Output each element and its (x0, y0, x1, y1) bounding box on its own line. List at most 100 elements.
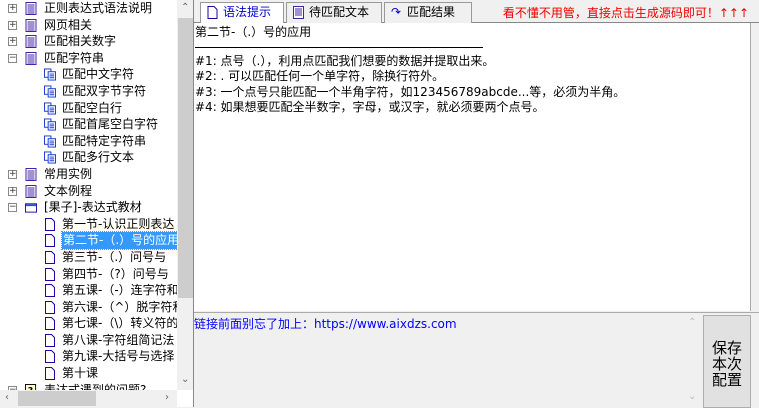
content-title: 第二节-（.）号的应用 (195, 25, 312, 39)
page-icon (44, 333, 55, 347)
main-panel: 语法提示 待匹配文本 ↷ 匹配结果 看不懂不用管，直接点击生成源码即可！↑↑↑ … (194, 0, 759, 408)
document-icon (25, 51, 37, 65)
tree-item-label: 第四节-（?）问号与 (62, 266, 169, 281)
tree-item-label: 匹配相关数字 (44, 34, 117, 49)
tree-view[interactable]: + 正则表达式语法说明 + 网页相关 + 匹配相关数字 − 匹配字符串 匹配中文字符 匹配双字节字… (0, 0, 177, 390)
tree-item[interactable]: + 正则表达式语法说明 (0, 0, 177, 17)
tree-item[interactable]: 第十课 (0, 365, 177, 382)
tree-item-label: 正则表达式语法说明 (44, 1, 153, 15)
tree-item[interactable]: −?表达式遇到的问题? (0, 382, 177, 390)
tree-item-label: 匹配多行文本 (62, 150, 135, 165)
tree-item-label: 文本例程 (44, 183, 93, 198)
content-line: #1: 点号（.），利用点匹配我们想要的数据并提取出来。 (195, 53, 495, 68)
tree-item-label: 匹配特定字符串 (62, 133, 147, 148)
save-config-button[interactable]: 保存本次配置 (703, 315, 751, 408)
tree-vertical-scrollbar[interactable]: ⌃ ⌄ (177, 0, 193, 390)
pages-icon (44, 102, 56, 115)
document-icon (293, 6, 304, 19)
tree-item[interactable]: 匹配空白行 (0, 100, 177, 117)
tree-item[interactable]: 匹配首尾空白字符 (0, 116, 177, 133)
page-icon (44, 300, 55, 314)
scroll-thumb[interactable] (178, 18, 193, 298)
tree-item-label: 第九课-大括号与选择 (62, 349, 175, 364)
scroll-up-icon[interactable]: ⌃ (688, 317, 696, 328)
tree-item[interactable]: 第七课-（\）转义符的 (0, 315, 177, 332)
tree-item-label: 匹配空白行 (62, 100, 123, 115)
pages-icon (44, 151, 56, 164)
document-icon (25, 184, 37, 198)
expand-icon[interactable]: + (8, 169, 17, 179)
tree-item-label: 匹配字符串 (44, 50, 105, 65)
tree-item[interactable]: + 网页相关 (0, 17, 177, 34)
tree-item-label: 第六课-（^）脱字符和 (62, 299, 177, 314)
tree-item[interactable]: 第一节-认识正则表达 (0, 216, 177, 233)
tree-item[interactable]: 第六课-（^）脱字符和 (0, 299, 177, 316)
tree-item[interactable]: + 文本例程 (0, 183, 177, 200)
tree-item-label: 表达式遇到的问题? (44, 382, 147, 390)
tree-item-label: 第十课 (62, 366, 99, 381)
hint-textarea[interactable]: 链接前面别忘了加上：https://www.aixdzs.com (194, 315, 457, 332)
tab-match-result[interactable]: ↷ 匹配结果 (384, 2, 472, 23)
tree-item[interactable]: 匹配特定字符串 (0, 133, 177, 150)
expand-icon[interactable]: + (8, 4, 17, 13)
pages-icon (44, 135, 56, 148)
expand-icon[interactable]: + (8, 20, 17, 30)
scroll-thumb[interactable] (18, 391, 96, 406)
tree-item[interactable]: 匹配多行文本 (0, 149, 177, 166)
tree-item-label: 常用实例 (44, 166, 93, 181)
tree-item[interactable]: 第五课-（-）连字符和 (0, 282, 177, 299)
window-icon (25, 201, 37, 214)
tree-item-label: 第一节-认识正则表达 (62, 216, 175, 231)
page-icon (44, 284, 55, 298)
tab-syntax-tips[interactable]: 语法提示 (200, 2, 284, 24)
content-line: #4: 如果想要匹配全半数字，字母，或汉字，就必须要两个点号。 (195, 100, 545, 114)
tree-horizontal-scrollbar[interactable]: ‹ › (0, 390, 177, 407)
page-icon (207, 6, 218, 19)
page-icon (44, 350, 55, 364)
page-icon (44, 217, 55, 231)
tree-item[interactable]: 第九课-大括号与选择 (0, 348, 177, 365)
page-icon (44, 317, 55, 331)
scroll-left-icon[interactable]: ‹ (5, 392, 9, 403)
document-icon (25, 2, 37, 15)
tree-item[interactable]: 第三节-（.）问号与 (0, 249, 177, 266)
tree-item[interactable]: 第八课-字符组简记法 (0, 332, 177, 349)
tree-item-label: 匹配首尾空白字符 (62, 117, 159, 132)
expand-icon[interactable]: + (8, 37, 17, 47)
scroll-down-icon[interactable]: ⌄ (181, 374, 189, 385)
save-button-label: 保存本次配置 (711, 339, 742, 389)
scroll-up-icon[interactable]: ⌃ (181, 2, 189, 13)
pages-icon (44, 85, 56, 98)
collapse-icon[interactable]: − (8, 203, 17, 213)
content-line: #2: . 可以匹配任何一个单字符，除换行符外。 (195, 69, 445, 83)
tree-item[interactable]: 匹配双字节字符 (0, 83, 177, 100)
tab-bar: 语法提示 待匹配文本 ↷ 匹配结果 看不懂不用管，直接点击生成源码即可！↑↑↑ (194, 0, 759, 24)
bottom-scrollbar[interactable]: ⌃ ⌄ (685, 313, 701, 408)
syntax-tips-content[interactable]: 第二节-（.）号的应用 #1: 点号（.），利用点匹配我们想要的数据并提取出来。… (194, 23, 751, 311)
tree-item[interactable]: + 常用实例 (0, 166, 177, 183)
tree-item[interactable]: + 匹配相关数字 (0, 33, 177, 50)
tree-item[interactable]: 第四节-（?）问号与 (0, 266, 177, 283)
scroll-down-icon[interactable]: ⌄ (688, 391, 696, 402)
page-icon (44, 367, 55, 381)
tree-item[interactable]: 第二节-（.）号的应用 (0, 231, 177, 250)
document-icon (25, 35, 37, 49)
expand-icon[interactable]: + (8, 186, 17, 196)
tree-item-label: 第五课-（-）连字符和 (62, 283, 177, 298)
notice-text: 看不懂不用管，直接点击生成源码即可！↑↑↑ (502, 6, 749, 20)
tab-text-to-match[interactable]: 待匹配文本 (286, 2, 382, 23)
scroll-right-icon[interactable]: › (165, 392, 169, 403)
tree-item-label: 匹配中文字符 (62, 67, 135, 82)
page-icon (44, 250, 55, 264)
tree-item[interactable]: − [果子]-表达式教材 (0, 199, 177, 216)
pages-icon (44, 68, 56, 81)
tree-item[interactable]: − 匹配字符串 (0, 50, 177, 67)
tree-item[interactable]: 匹配中文字符 (0, 66, 177, 83)
pages-icon (44, 118, 56, 131)
tab-label: 待匹配文本 (309, 5, 370, 19)
collapse-icon[interactable]: − (8, 53, 17, 63)
document-icon (25, 18, 37, 32)
tab-label: 语法提示 (223, 5, 272, 19)
redo-icon: ↷ (391, 5, 402, 19)
bottom-panel: 链接前面别忘了加上：https://www.aixdzs.com ⌃ ⌄ 保存本… (194, 312, 759, 408)
